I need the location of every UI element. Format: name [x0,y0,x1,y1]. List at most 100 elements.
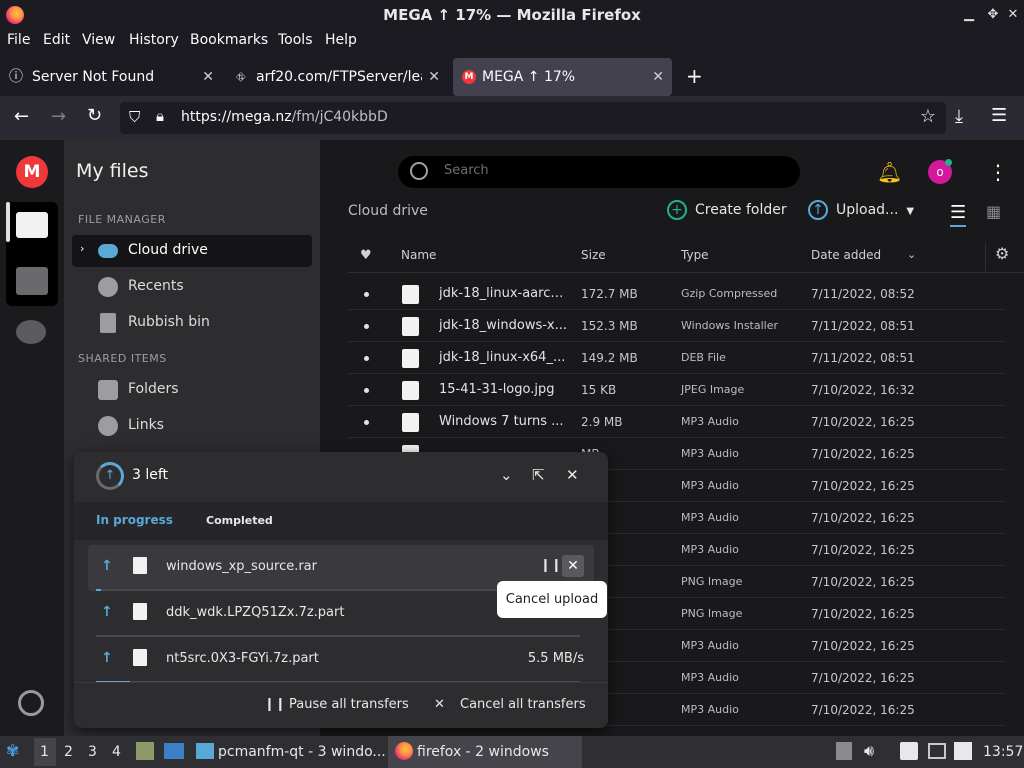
tab-close-icon[interactable]: ✕ [428,58,440,96]
desktop-icon[interactable] [164,743,184,759]
upload-button[interactable]: ↑ Upload... ▼ [808,200,914,220]
sidebar-item-rubbish-bin[interactable]: Rubbish bin [72,307,312,339]
file-size: 2.9 MB [581,415,623,429]
url-bar[interactable]: ⛉ 🔒︎ https://mega.nz/fm/jC40kbbD ☆ [120,102,946,134]
sort-chevron-icon[interactable]: ⌄ [907,248,916,261]
reload-icon[interactable]: ↻ [87,105,102,126]
favourite-dot-icon[interactable] [364,420,369,425]
table-row[interactable]: jdk-18_windows-x... 152.3 MB Windows Insta… [348,310,1006,342]
chat-icon[interactable] [16,320,46,344]
gear-icon[interactable]: ⚙ [995,244,1009,263]
workspace-2[interactable]: 2 [64,744,73,760]
tab-mega[interactable]: M MEGA ↑ 17% ✕ [453,58,672,96]
minimize-icon[interactable]: ▁ [960,6,978,24]
pause-all-icon[interactable]: ❙❙ [264,697,286,712]
back-icon[interactable]: ← [14,106,29,127]
workspace-4[interactable]: 4 [112,744,121,760]
workspace-1[interactable]: 1 [40,744,49,760]
shield-icon[interactable]: ⛉ [129,108,140,126]
new-tab-icon[interactable]: + [686,64,703,88]
taskbar-app-pcmanfm[interactable]: pcmanfm-qt - 3 windo... [218,744,386,760]
file-name[interactable]: Windows 7 turns ... [439,414,569,429]
grid-view-icon[interactable]: ▦ [986,202,1001,221]
file-name[interactable]: jdk-18_windows-x... [439,318,569,333]
menubar: File Edit View History Bookmarks Tools H… [0,30,1024,54]
file-name[interactable]: 15-41-31-logo.jpg [439,382,569,397]
column-type[interactable]: Type [681,248,709,262]
favourite-dot-icon[interactable] [364,292,369,297]
start-menu-icon[interactable]: ✾ [6,741,19,760]
sidebar-item-recents[interactable]: Recents [72,271,312,303]
network-icon[interactable] [954,742,972,760]
quicklaunch-icon[interactable] [136,742,154,760]
search-input[interactable]: Search [398,156,800,188]
url-text[interactable]: https://mega.nz/fm/jC40kbbD [181,109,388,125]
display-icon[interactable] [928,743,946,759]
sidebar-item-cloud-drive[interactable]: › Cloud drive [72,235,312,267]
table-row[interactable]: Windows 7 turns ... 2.9 MB MP3 Audio 7/10/2… [348,406,1006,438]
cloud-drive-folder-icon[interactable] [16,212,48,238]
file-name[interactable]: jdk-18_linux-x64_... [439,350,569,365]
menu-help[interactable]: Help [325,32,357,48]
clipboard-icon[interactable] [836,742,852,760]
more-options-icon[interactable]: ⋮ [988,160,1008,184]
pause-all-button[interactable]: Pause all transfers [289,697,409,712]
menu-edit[interactable]: Edit [43,32,70,48]
cancel-all-button[interactable]: Cancel all transfers [460,697,586,712]
favourite-heart-icon[interactable]: ♥ [360,248,372,263]
tab-in-progress[interactable]: In progress [96,513,173,527]
list-view-icon[interactable]: ☰ [950,202,967,227]
volume-icon[interactable]: 🔊︎ [864,741,874,761]
downloads-icon[interactable]: ⤓ [955,106,963,127]
sync-icon[interactable] [18,690,44,716]
notes-icon[interactable] [900,742,918,760]
file-type: MP3 Audio [681,479,739,492]
menu-tools[interactable]: Tools [278,32,313,48]
cancel-all-icon[interactable]: ✕ [434,697,445,712]
menu-icon[interactable]: ☰ [991,105,1007,126]
favourite-dot-icon[interactable] [364,388,369,393]
table-row[interactable]: 15-41-31-logo.jpg 15 KB JPEG Image 7/10/202… [348,374,1006,406]
table-row[interactable]: jdk-18_linux-x64_... 149.2 MB DEB File 7/11… [348,342,1006,374]
bell-icon[interactable]: 🔔︎ [877,160,902,184]
favourite-dot-icon[interactable] [364,324,369,329]
photos-icon[interactable] [16,267,48,295]
sidebar-item-links[interactable]: Links [72,410,312,442]
tab-close-icon[interactable]: ✕ [652,58,664,96]
menu-file[interactable]: File [7,32,30,48]
close-window-icon[interactable]: ✕ [1004,6,1022,24]
mega-logo[interactable]: M [16,156,48,188]
file-icon [133,603,147,620]
menu-history[interactable]: History [129,32,179,48]
open-transfers-icon[interactable]: ⇱ [532,466,545,484]
workspace-3[interactable]: 3 [88,744,97,760]
menu-view[interactable]: View [82,32,115,48]
lock-icon[interactable]: 🔒︎ [156,107,164,125]
file-name[interactable]: jdk-18_linux-aarch... [439,286,569,301]
cancel-upload-button[interactable]: ✕ [562,555,584,577]
column-name[interactable]: Name [401,248,436,262]
create-folder-button[interactable]: + Create folder [667,200,787,220]
favourite-dot-icon[interactable] [364,356,369,361]
column-date-added[interactable]: Date added [811,248,881,262]
tab-completed[interactable]: Completed [206,514,273,527]
close-icon[interactable]: ✕ [566,466,579,484]
column-size[interactable]: Size [581,248,606,262]
menu-bookmarks[interactable]: Bookmarks [190,32,268,48]
sidebar-item-folders[interactable]: Folders [72,374,312,406]
forward-icon[interactable]: → [51,106,66,127]
maximize-icon[interactable]: ✥ [984,6,1002,24]
tab-server-not-found[interactable]: ⓘ Server Not Found ✕ [0,58,222,96]
table-row[interactable]: jdk-18_linux-aarch... 172.7 MB Gzip Compre… [348,278,1006,310]
tab-arf20[interactable]: ⛗ arf20.com/FTPServer/lea ✕ [228,58,448,96]
shared-folder-icon [98,380,118,400]
sidebar-item-label: Rubbish bin [128,314,210,330]
tab-close-icon[interactable]: ✕ [202,58,214,96]
file-date: 7/10/2022, 16:25 [811,511,915,525]
transfer-row[interactable]: ↑ nt5src.0X3-FGYi.7z.part 5.5 MB/s [88,637,594,683]
chevron-right-icon[interactable]: › [80,242,84,255]
pause-icon[interactable]: ❙❙ [540,558,562,573]
chevron-down-icon[interactable]: ⌄ [500,466,513,484]
taskbar-app-firefox[interactable]: firefox - 2 windows [417,744,549,760]
bookmark-star-icon[interactable]: ☆ [920,106,936,127]
